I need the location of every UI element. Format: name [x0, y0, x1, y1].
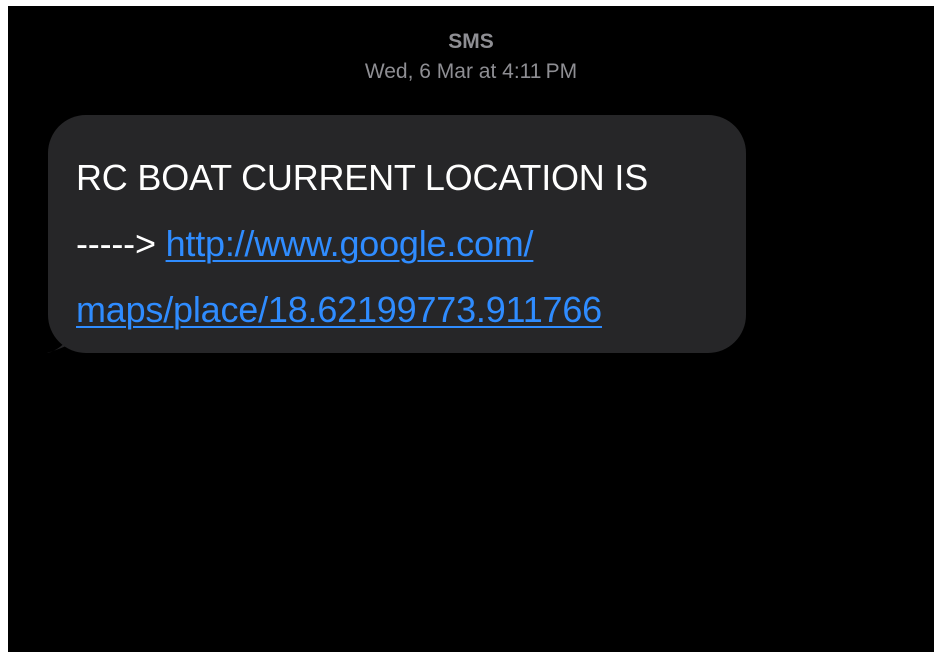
message-arrow: -----> — [76, 223, 156, 264]
incoming-message[interactable]: RC BOAT CURRENT LOCATION IS -----> http:… — [34, 115, 746, 353]
location-link-part1: http://www.google.com/ — [165, 223, 534, 264]
message-channel-label: SMS — [448, 30, 494, 53]
message-text-line: RC BOAT CURRENT LOCATION IS — [76, 157, 649, 198]
message-timestamp: Wed, 6 Mar at 4:11 PM — [364, 60, 578, 83]
location-link-part2: maps/place/18.62199773.911766 — [76, 289, 602, 330]
message-bubble[interactable]: RC BOAT CURRENT LOCATION IS -----> http:… — [48, 115, 746, 353]
conversation-header: SMS Wed, 6 Mar at 4:11 PM — [8, 28, 934, 86]
messages-screen: SMS Wed, 6 Mar at 4:11 PM RC BOAT CURREN… — [8, 6, 934, 652]
message-text: RC BOAT CURRENT LOCATION IS -----> http:… — [76, 145, 722, 343]
